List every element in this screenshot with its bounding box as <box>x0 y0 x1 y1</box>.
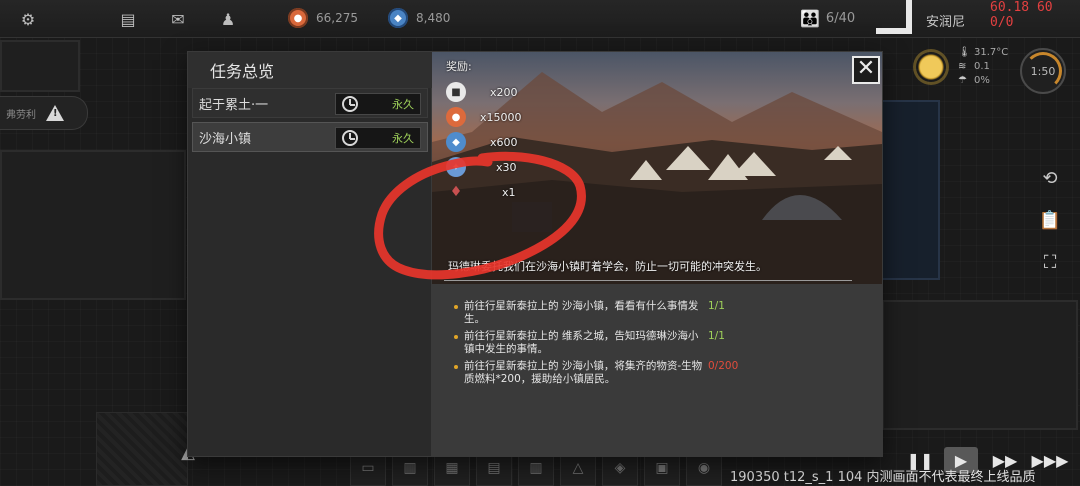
quest-timer: 永久 <box>335 127 421 149</box>
clipboard-icon[interactable]: 📋 <box>1036 206 1064 234</box>
humidity-value: 0% <box>974 75 990 86</box>
population-value: 6/40 <box>825 11 856 26</box>
quest-duration: 永久 <box>392 132 414 145</box>
resource-orange[interactable]: ● 66,275 <box>288 8 358 28</box>
map-room <box>0 150 186 300</box>
red-annotation-circle <box>374 151 586 280</box>
chat-icon[interactable]: ▤ <box>118 9 138 29</box>
resource-value: 8,480 <box>416 11 451 25</box>
objective-item: 前往行星新泰拉上的 沙海小镇，将集齐的物资-生物质燃料*200，援助给小镇居民。… <box>454 360 754 386</box>
objective-item: 前往行星新泰拉上的 维系之城，告知玛德琳沙海小镇中发生的事情。 1/1 <box>454 330 754 356</box>
wind-icon: ≋ <box>958 61 967 72</box>
reward-amount: x15000 <box>480 111 522 124</box>
bullet-icon <box>454 335 458 339</box>
quest-name: 起于累土·一 <box>199 97 269 113</box>
objective-progress: 0/200 <box>708 360 739 372</box>
fastest-forward-icon[interactable]: ▶▶▶ <box>1030 447 1070 473</box>
user-icon[interactable]: ♟ <box>218 9 238 29</box>
gear-icon[interactable]: ⚙ <box>18 9 38 29</box>
reward-amount: x200 <box>490 86 518 99</box>
warning-icon <box>46 105 64 121</box>
quest-list: 起于累土·一 永久 沙海小镇 永久 <box>192 88 428 156</box>
humidity-icon: ☂ <box>958 75 967 86</box>
orange-coin-icon: ● <box>288 8 308 28</box>
resource-value: 66,275 <box>316 11 358 25</box>
reward-item: ■ <box>446 82 466 102</box>
clock-value: 1:50 <box>1030 64 1056 78</box>
sun-icon <box>916 52 946 82</box>
population-counter[interactable]: 👪 6/40 <box>800 9 855 28</box>
game-clock[interactable]: 1:50 <box>1020 48 1066 94</box>
clock-icon <box>342 96 358 112</box>
location-name: 安润尼 <box>926 15 966 30</box>
reward-item: ● <box>446 107 466 127</box>
white-token-icon: ■ <box>446 82 466 102</box>
quest-item[interactable]: 起于累土·一 永久 <box>192 88 428 118</box>
top-bar: ⚙ ▤ ✉ ♟ ● 66,275 ◆ 8,480 👪 6/40 安润尼 60.1… <box>0 0 1080 38</box>
reward-amount: x600 <box>490 136 518 149</box>
corner-marker <box>876 0 912 34</box>
quest-timer: 永久 <box>335 93 421 115</box>
objective-progress: 1/1 <box>708 300 725 312</box>
map-room <box>0 40 80 92</box>
quest-name: 沙海小镇 <box>199 131 252 147</box>
quest-item[interactable]: 沙海小镇 永久 <box>192 122 428 152</box>
close-button[interactable]: ✕ <box>852 56 880 84</box>
map-room <box>880 100 940 280</box>
objective-text: 前往行星新泰拉上的 维系之城，告知玛德琳沙海小镇中发生的事情。 <box>464 330 699 355</box>
side-notice-label: 弗劳利 <box>6 109 36 121</box>
thermometer-icon: 🌡 <box>958 47 971 58</box>
build-info: 190350 t12_s_1 104 内测画面不代表最终上线品质 <box>730 470 1036 485</box>
quest-duration: 永久 <box>392 98 414 111</box>
resource-blue[interactable]: ◆ 8,480 <box>388 8 450 28</box>
temperature-value: 31.7°C <box>974 47 1009 58</box>
objectives-list: 前往行星新泰拉上的 沙海小镇，看看有什么事情发生。 1/1 前往行星新泰拉上的 … <box>432 284 882 456</box>
dialog-title: 任务总览 <box>188 52 432 88</box>
fps-readout: 60.18 60 0/0 <box>990 0 1053 30</box>
wind-value: 0.1 <box>974 61 990 72</box>
objective-item: 前往行星新泰拉上的 沙海小镇，看看有什么事情发生。 1/1 <box>454 300 754 326</box>
clock-icon <box>342 130 358 146</box>
bullet-icon <box>454 365 458 369</box>
cube-rotate-icon[interactable]: ⟲ <box>1036 164 1064 192</box>
side-notice[interactable]: 弗劳利 <box>0 96 88 130</box>
blue-crystal-icon: ◆ <box>446 132 466 152</box>
objective-text: 前往行星新泰拉上的 沙海小镇，看看有什么事情发生。 <box>464 300 699 325</box>
objective-text: 前往行星新泰拉上的 沙海小镇，将集齐的物资-生物质燃料*200，援助给小镇居民。 <box>464 360 703 385</box>
scan-icon[interactable]: ⛶ <box>1036 248 1064 276</box>
reward-item: ◆ <box>446 132 466 152</box>
rewards-heading: 奖励: <box>446 60 472 73</box>
mail-icon[interactable]: ✉ <box>168 9 188 29</box>
map-room <box>882 300 1078 430</box>
orange-coin-icon: ● <box>446 107 466 127</box>
population-icon: 👪 <box>800 9 820 28</box>
objective-progress: 1/1 <box>708 330 725 342</box>
blue-crystal-icon: ◆ <box>388 8 408 28</box>
bullet-icon <box>454 305 458 309</box>
